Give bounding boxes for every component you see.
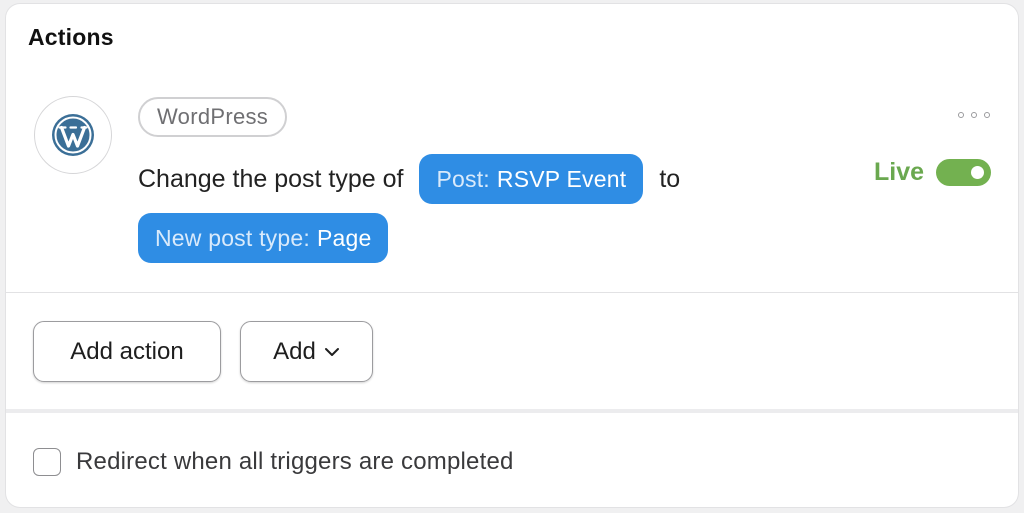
- redirect-option: Redirect when all triggers are completed: [33, 447, 514, 477]
- status-label: Live: [874, 158, 925, 186]
- section-divider: [6, 409, 1018, 413]
- add-label: Add: [273, 337, 316, 365]
- redirect-checkbox[interactable]: [33, 448, 61, 476]
- post-token-value: RSVP Event: [496, 165, 627, 192]
- sentence-prefix: Change the post type of: [138, 164, 404, 193]
- post-token-prefix: Post:: [436, 165, 490, 192]
- panel-title: Actions: [28, 24, 114, 50]
- add-action-button[interactable]: Add action: [33, 321, 221, 382]
- action-sentence: Change the post type of Post: RSVP Event…: [138, 154, 680, 204]
- redirect-label[interactable]: Redirect when all triggers are completed: [76, 448, 514, 476]
- add-action-label: Add action: [70, 337, 184, 365]
- service-label: WordPress: [138, 97, 288, 137]
- divider: [6, 292, 1018, 293]
- sentence-connector: to: [659, 164, 681, 193]
- new-post-type-prefix: New post type:: [155, 224, 310, 251]
- chevron-down-icon: [324, 347, 340, 357]
- toggle-knob: [971, 166, 984, 179]
- actions-panel: Actions WordPress Change the post type o…: [6, 4, 1018, 507]
- post-token[interactable]: Post: RSVP Event: [419, 154, 644, 204]
- action-item: WordPress Change the post type of Post: …: [6, 74, 1018, 292]
- wordpress-logo-icon: [34, 96, 112, 174]
- new-post-type-value: Page: [316, 224, 372, 251]
- live-toggle[interactable]: [936, 159, 991, 186]
- more-options-icon[interactable]: [958, 108, 990, 122]
- new-post-type-token[interactable]: New post type: Page: [138, 213, 389, 263]
- add-dropdown-button[interactable]: Add: [240, 321, 373, 382]
